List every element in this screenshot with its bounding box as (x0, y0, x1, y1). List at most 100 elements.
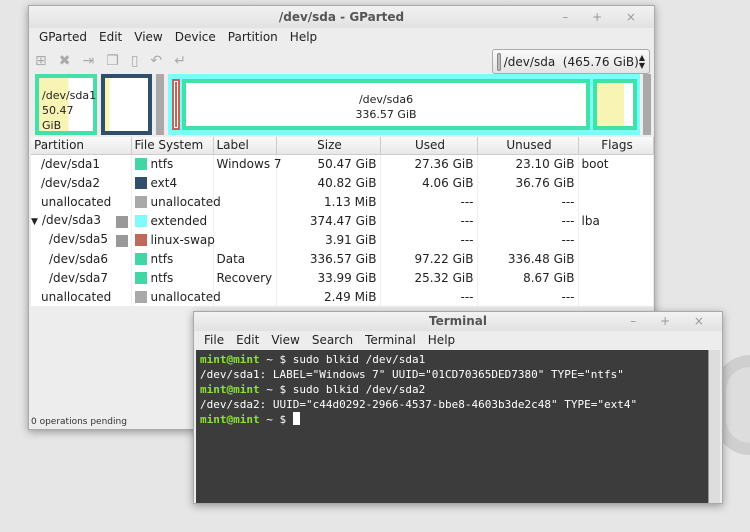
cell-flags (578, 268, 654, 287)
terminal-window: Terminal – + × File Edit View Search Terminal… (193, 311, 723, 504)
terminal-output-line: /dev/sda1: LABEL="Windows 7" UUID="01CD7… (200, 367, 716, 382)
menu-partition[interactable]: Partition (222, 28, 284, 47)
copy-icon[interactable]: ❐ (106, 53, 119, 69)
table-header: Partition File System Label Size Used Unused F… (31, 137, 654, 155)
cell-unused: 23.10 GiB (477, 154, 579, 173)
terminal-window-controls[interactable]: – + × (630, 312, 714, 331)
paste-icon[interactable]: ▯ (131, 53, 139, 69)
terminal-menu-file[interactable]: File (198, 331, 230, 350)
cell-flags (578, 192, 654, 211)
line-text: /dev/sda1: LABEL="Windows 7" UUID="01CD7… (200, 368, 624, 381)
prompt-symbol: ~ $ (259, 413, 293, 426)
menu-help[interactable]: Help (284, 28, 323, 47)
filesystem-color-swatch (134, 214, 147, 227)
menu-gparted[interactable]: GParted (33, 28, 93, 47)
column-partition[interactable]: Partition (31, 137, 132, 155)
window-controls[interactable]: – + × (562, 6, 646, 28)
cell-filesystem: unallocated (131, 192, 221, 211)
terminal-menu-help[interactable]: Help (422, 331, 461, 350)
hard-disk-icon (497, 52, 501, 71)
map-sda7[interactable] (593, 79, 637, 130)
title-bar: /dev/sda - GParted – + × (29, 6, 654, 28)
cell-used: 97.22 GiB (380, 249, 478, 268)
partition-name: /dev/sda1 (41, 156, 101, 171)
terminal-menu-terminal[interactable]: Terminal (359, 331, 422, 350)
menu-device[interactable]: Device (169, 28, 222, 47)
column-flags[interactable]: Flags (578, 137, 654, 155)
column-size[interactable]: Size (276, 137, 381, 155)
column-used[interactable]: Used (380, 137, 478, 155)
map-sda2[interactable] (101, 74, 152, 135)
column-label[interactable]: Label (213, 137, 277, 155)
expander-arrow-icon[interactable]: ▼ (31, 217, 38, 227)
terminal-menu-view[interactable]: View (265, 331, 305, 350)
table-row[interactable]: /dev/sda6 ntfs Data 336.57 GiB 97.22 GiB 336.… (31, 249, 654, 268)
terminal-menu-search[interactable]: Search (306, 331, 359, 350)
partition-map: /dev/sda1 50.47 GiB /dev/sda6 336.57 GiB (33, 74, 653, 135)
filesystem-name: unallocated (150, 194, 221, 209)
terminal-menu-edit[interactable]: Edit (230, 331, 265, 350)
menu-bar: GParted Edit View Device Partition Help (29, 28, 654, 47)
map-unallocated-2[interactable] (643, 74, 651, 135)
filesystem-color-swatch (134, 290, 147, 303)
table-row[interactable]: /dev/sda1 ntfs Windows 7 50.47 GiB 27.36 GiB… (31, 154, 654, 173)
cell-size: 374.47 GiB (276, 211, 381, 230)
cell-used: 25.32 GiB (380, 268, 478, 287)
partition-name: /dev/sda2 (41, 175, 101, 190)
table-row[interactable]: /dev/sda7 ntfs Recovery 33.99 GiB 25.32 GiB 8… (31, 268, 654, 287)
cell-size: 33.99 GiB (276, 268, 381, 287)
map-sda3-extended[interactable]: /dev/sda6 336.57 GiB (168, 74, 640, 135)
map-unallocated-1[interactable] (156, 74, 164, 135)
cell-partition: /dev/sda2 (31, 173, 132, 192)
terminal-output-line: /dev/sda2: UUID="c44d0292-2966-4537-bbe8… (200, 397, 716, 412)
resize-icon[interactable]: ⇥ (82, 53, 94, 69)
table-row[interactable]: unallocated unallocated 2.49 MiB --- --- (31, 287, 654, 306)
apply-icon[interactable]: ↵ (174, 53, 186, 69)
device-selector[interactable]: /dev/sda (465.76 GiB) ▲ ▼ (492, 49, 650, 74)
cell-label (213, 211, 277, 230)
cell-size: 3.91 GiB (276, 230, 381, 249)
cell-partition: unallocated (31, 192, 132, 211)
terminal-output[interactable]: mint@mint ~ $ sudo blkid /dev/sda1/dev/s… (196, 350, 720, 503)
cell-used: --- (380, 192, 478, 211)
cell-used: 4.06 GiB (380, 173, 478, 192)
map-sda6-name: /dev/sda6 (358, 93, 414, 106)
column-file-system[interactable]: File System (131, 137, 214, 155)
delete-icon[interactable]: ✖ (59, 53, 71, 69)
lock-icon (115, 216, 128, 228)
lock-icon (115, 235, 128, 247)
cell-unused: 36.76 GiB (477, 173, 579, 192)
column-unused[interactable]: Unused (477, 137, 579, 155)
cell-flags (578, 249, 654, 268)
map-sda1[interactable]: /dev/sda1 50.47 GiB (35, 74, 97, 135)
filesystem-color-swatch (134, 176, 147, 189)
undo-icon[interactable]: ↶ (150, 53, 162, 69)
cell-filesystem: ntfs (131, 154, 214, 173)
filesystem-name: extended (150, 213, 208, 228)
map-sda5[interactable] (172, 79, 180, 130)
table-row[interactable]: /dev/sda2 ext4 40.82 GiB 4.06 GiB 36.76 GiB (31, 173, 654, 192)
terminal-title: Terminal (428, 314, 488, 328)
cell-filesystem: extended (131, 211, 214, 230)
cell-used: 27.36 GiB (380, 154, 478, 173)
cell-unused: 336.48 GiB (477, 249, 579, 268)
prompt-symbol: ~ $ (259, 383, 293, 396)
cell-filesystem: ext4 (131, 173, 214, 192)
table-row[interactable]: unallocated unallocated 1.13 MiB --- --- (31, 192, 654, 211)
filesystem-name: linux-swap (150, 232, 215, 247)
filesystem-color-swatch (134, 252, 147, 265)
cell-partition: unallocated (31, 287, 132, 306)
terminal-scrollbar[interactable] (708, 350, 720, 503)
cell-unused: --- (477, 230, 579, 249)
cell-size: 1.13 MiB (276, 192, 381, 211)
prompt-user-host: mint@mint (200, 413, 260, 426)
table-row[interactable]: /dev/sda5 linux-swap 3.91 GiB --- --- (31, 230, 654, 249)
line-text: sudo blkid /dev/sda2 (292, 383, 426, 396)
map-sda6[interactable]: /dev/sda6 336.57 GiB (182, 79, 590, 130)
menu-edit[interactable]: Edit (93, 28, 128, 47)
table-row[interactable]: ▼/dev/sda3 extended 374.47 GiB --- --- lba (31, 211, 654, 230)
menu-view[interactable]: View (128, 28, 168, 47)
new-icon[interactable]: ⊞ (35, 53, 47, 69)
cell-unused: 8.67 GiB (477, 268, 579, 287)
line-text: sudo blkid /dev/sda1 (292, 353, 426, 366)
